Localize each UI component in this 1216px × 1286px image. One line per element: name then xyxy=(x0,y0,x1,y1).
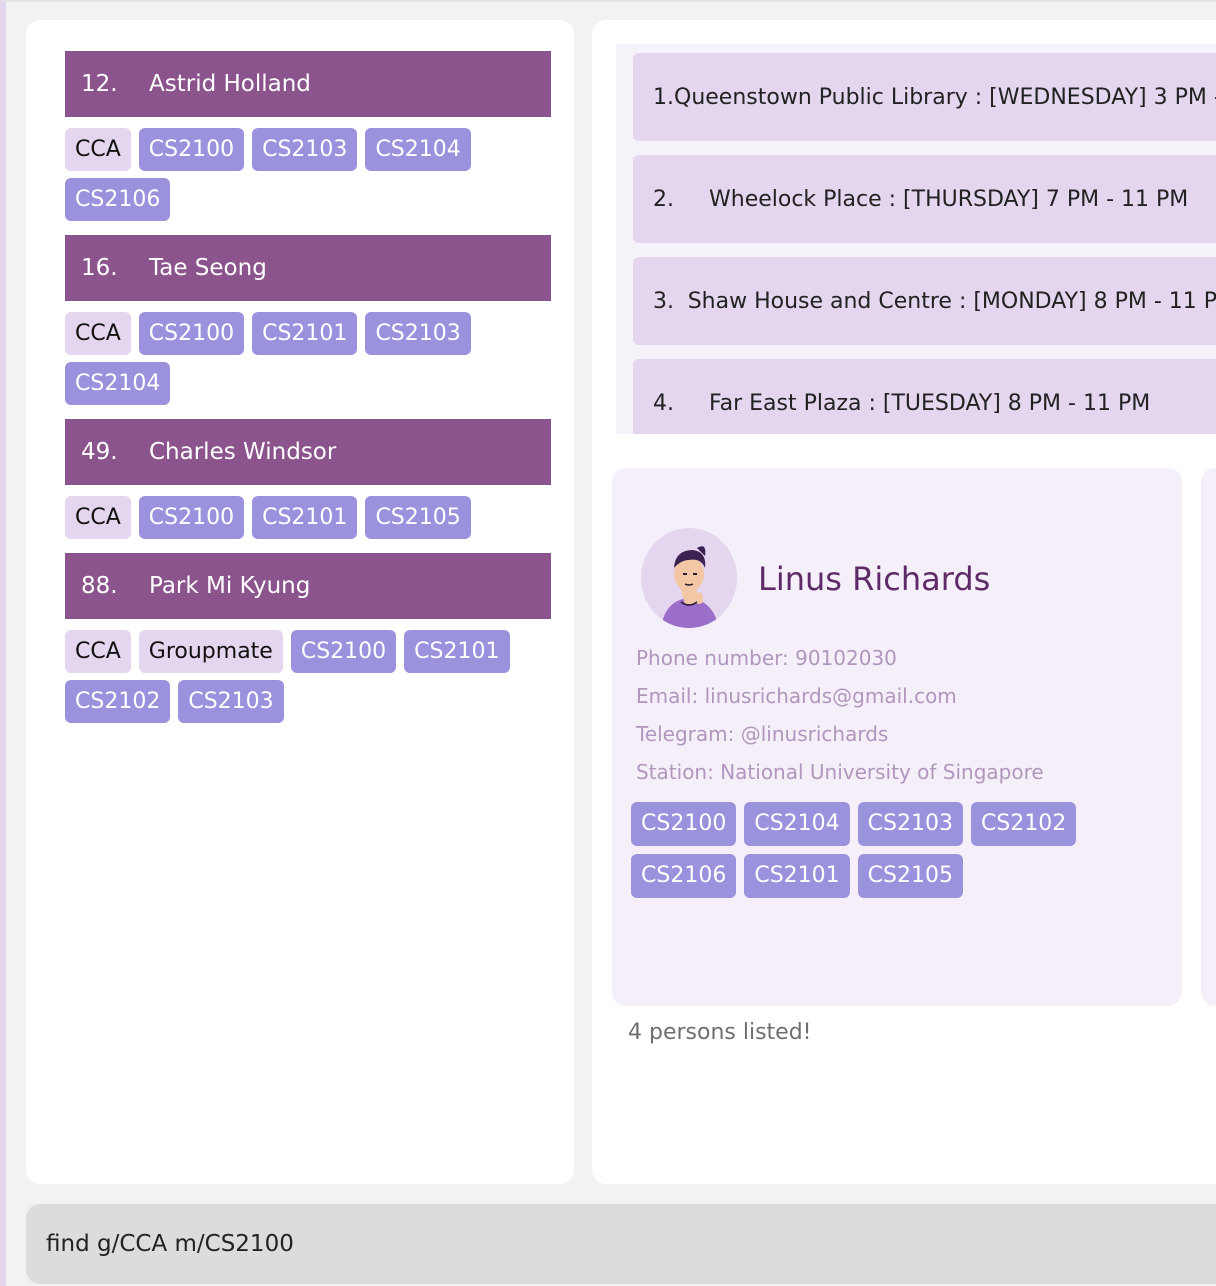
module-tag: CS2103 xyxy=(178,680,284,723)
profile-module-tags: CS2100 CS2104 CS2103 CS2102 CS2106 CS2101 CS21… xyxy=(631,802,1151,898)
module-tag: CS2100 xyxy=(290,630,397,673)
meetup-item[interactable]: 4. Far East Plaza : [TUESDAY] 8 PM - 11 P… xyxy=(633,359,1216,434)
person-index: 16. xyxy=(81,255,118,281)
profile-station: Station: National University of Singapor… xyxy=(636,760,1044,784)
module-tag: CS2106 xyxy=(65,178,171,221)
avatar xyxy=(641,528,737,628)
profile-card: Linus Richards Phone number: 90102030 Em… xyxy=(612,468,1182,1006)
person-tags: CCA CS2100 CS2101 CS2105 xyxy=(65,485,551,539)
module-tag: CS2102 xyxy=(65,680,171,723)
person-header[interactable]: 12. Astrid Holland xyxy=(65,51,551,117)
module-tag: CS2100 xyxy=(138,496,245,539)
person-tags: CCA Groupmate CS2100 CS2101 CS2102 CS2103 xyxy=(65,619,551,723)
meetup-text: Shaw House and Centre : [MONDAY] 8 PM - … xyxy=(687,288,1216,314)
person-tags: CCA CS2100 CS2101 CS2103 CS2104 xyxy=(65,301,551,405)
group-tag: Groupmate xyxy=(138,630,283,673)
group-tag: CCA xyxy=(65,128,131,171)
module-tag: CS2105 xyxy=(365,496,471,539)
meetup-text: Far East Plaza : [TUESDAY] 8 PM - 11 PM xyxy=(709,390,1151,416)
person-list-panel: 12. Astrid Holland CCA CS2100 CS2103 CS2104 CS… xyxy=(26,20,574,1184)
module-tag: CS2104 xyxy=(744,802,850,846)
meetup-text: Wheelock Place : [THURSDAY] 7 PM - 11 PM xyxy=(709,186,1189,212)
person-card[interactable]: 12. Astrid Holland CCA CS2100 CS2103 CS2104 CS… xyxy=(65,51,551,221)
meetup-index: 3. xyxy=(653,288,674,314)
person-card[interactable]: 49. Charles Windsor CCA CS2100 CS2101 CS2105 xyxy=(65,419,551,539)
meetup-item[interactable]: 1. Queenstown Public Library : [WEDNESDAY… xyxy=(633,53,1216,141)
module-tag: CS2100 xyxy=(138,128,245,171)
person-illustration-icon xyxy=(641,530,737,628)
person-header[interactable]: 49. Charles Windsor xyxy=(65,419,551,485)
module-tag: CS2100 xyxy=(631,802,737,846)
person-name: Charles Windsor xyxy=(149,439,337,465)
person-card[interactable]: 88. Park Mi Kyung CCA Groupmate CS2100 CS2101… xyxy=(65,553,551,723)
person-index: 49. xyxy=(81,439,118,465)
module-tag: CS2101 xyxy=(252,496,358,539)
meetup-text: Queenstown Public Library : [WEDNESDAY] … xyxy=(674,84,1216,110)
person-card[interactable]: 16. Tae Seong CCA CS2100 CS2101 CS2103 CS2104 xyxy=(65,235,551,405)
meetup-index: 2. xyxy=(653,186,674,212)
meetup-index: 1. xyxy=(653,84,674,110)
module-tag: CS2102 xyxy=(970,802,1077,846)
main-panel: 1. Queenstown Public Library : [WEDNESDAY… xyxy=(592,20,1216,1184)
meetup-item[interactable]: 2. Wheelock Place : [THURSDAY] 7 PM - 11 … xyxy=(633,155,1216,243)
module-tag: CS2106 xyxy=(631,854,737,898)
profile-card-partial xyxy=(1201,468,1216,1006)
person-index: 88. xyxy=(81,573,118,599)
person-tags: CCA CS2100 CS2103 CS2104 CS2106 xyxy=(65,117,551,221)
profile-email: Email: linusrichards@gmail.com xyxy=(636,684,957,708)
meetup-index: 4. xyxy=(653,390,674,416)
person-name: Park Mi Kyung xyxy=(149,573,311,599)
module-tag: CS2100 xyxy=(138,312,245,355)
result-message: 4 persons listed! xyxy=(628,1020,812,1045)
profile-name: Linus Richards xyxy=(758,560,991,598)
meetup-item[interactable]: 3. Shaw House and Centre : [MONDAY] 8 PM … xyxy=(633,257,1216,345)
module-tag: CS2105 xyxy=(857,854,963,898)
meetup-list[interactable]: 1. Queenstown Public Library : [WEDNESDAY… xyxy=(616,44,1216,434)
module-tag: CS2103 xyxy=(365,312,471,355)
command-input[interactable] xyxy=(26,1204,1216,1284)
group-tag: CCA xyxy=(65,496,131,539)
group-tag: CCA xyxy=(65,312,131,355)
person-name: Astrid Holland xyxy=(149,71,311,97)
module-tag: CS2101 xyxy=(252,312,358,355)
person-index: 12. xyxy=(81,71,118,97)
module-tag: CS2103 xyxy=(857,802,963,846)
person-name: Tae Seong xyxy=(149,255,267,281)
group-tag: CCA xyxy=(65,630,131,673)
module-tag: CS2104 xyxy=(365,128,471,171)
module-tag: CS2101 xyxy=(404,630,510,673)
person-header[interactable]: 88. Park Mi Kyung xyxy=(65,553,551,619)
profile-telegram: Telegram: @linusrichards xyxy=(636,722,889,746)
person-header[interactable]: 16. Tae Seong xyxy=(65,235,551,301)
module-tag: CS2103 xyxy=(252,128,358,171)
module-tag: CS2101 xyxy=(744,854,850,898)
module-tag: CS2104 xyxy=(65,362,171,405)
profile-phone: Phone number: 90102030 xyxy=(636,646,897,670)
